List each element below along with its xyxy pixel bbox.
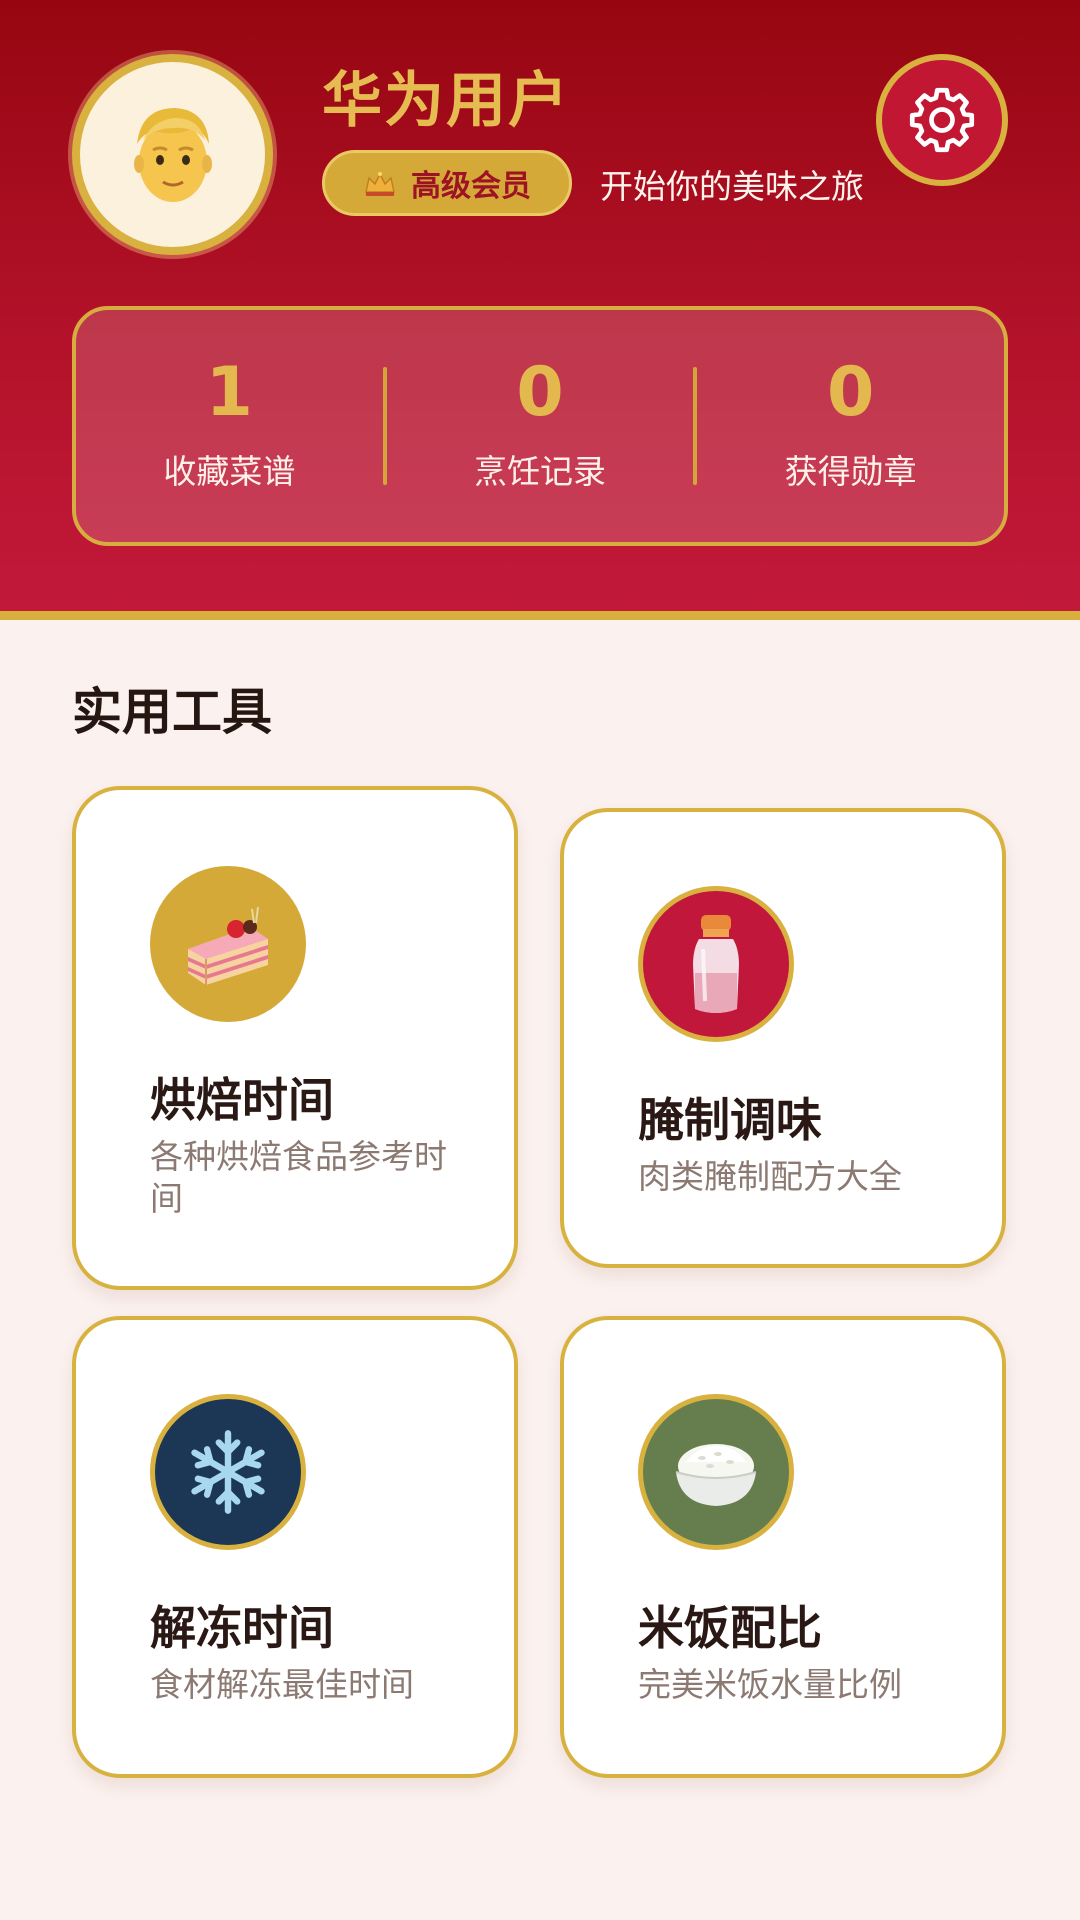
stats-panel: 1 收藏菜谱 0 烹饪记录 0 获得勋章 xyxy=(72,306,1008,546)
stat-label: 获得勋章 xyxy=(784,452,917,491)
stat-label: 烹饪记录 xyxy=(474,452,606,491)
tool-description: 各种烘焙食品参考时间 xyxy=(150,1137,447,1218)
membership-label: 高级会员 xyxy=(411,169,531,204)
section-title: 实用工具 xyxy=(72,683,272,741)
stat-value: 0 xyxy=(827,353,875,432)
person-avatar-icon xyxy=(133,107,212,202)
tagline: 开始你的美味之旅 xyxy=(600,167,864,206)
gear-icon xyxy=(909,87,975,153)
stat-value: 1 xyxy=(205,353,253,432)
tool-title: 烘焙时间 xyxy=(150,1073,334,1127)
tool-title: 米饭配比 xyxy=(638,1601,822,1655)
membership-badge: 高级会员 xyxy=(322,150,572,216)
tool-card-thawing-time[interactable]: 解冻时间 食材解冻最佳时间 xyxy=(72,1316,518,1778)
tool-card-marinating[interactable]: 腌制调味 肉类腌制配方大全 xyxy=(560,808,1006,1268)
snowflake-icon xyxy=(191,1430,265,1514)
icon-circle xyxy=(150,866,306,1022)
tool-description: 肉类腌制配方大全 xyxy=(638,1157,902,1196)
icon-circle xyxy=(150,1394,306,1550)
stat-cooking-records[interactable]: 0 烹饪记录 xyxy=(387,359,694,493)
rice-bowl-icon xyxy=(675,1444,757,1506)
profile-header: 华为用户 高级会员 开始你的美味之旅 1 收藏菜谱 0 烹饪记录 0 获得勋章 xyxy=(0,0,1080,620)
stat-label: 收藏菜谱 xyxy=(163,452,296,491)
username: 华为用户 xyxy=(322,66,570,136)
tool-description: 完美米饭水量比例 xyxy=(638,1665,902,1704)
crown-icon xyxy=(365,172,395,196)
salt-shaker-icon xyxy=(693,915,739,1013)
tool-title: 解冻时间 xyxy=(150,1601,334,1655)
icon-circle xyxy=(638,886,794,1042)
avatar[interactable] xyxy=(72,54,273,255)
icon-circle xyxy=(638,1394,794,1550)
settings-button[interactable] xyxy=(876,54,1008,186)
stat-value: 0 xyxy=(516,353,564,432)
tool-title: 腌制调味 xyxy=(638,1093,822,1147)
tool-card-baking-time[interactable]: 烘焙时间 各种烘焙食品参考时间 xyxy=(72,786,518,1290)
stat-favorites[interactable]: 1 收藏菜谱 xyxy=(76,359,383,493)
tool-card-rice-ratio[interactable]: 米饭配比 完美米饭水量比例 xyxy=(560,1316,1006,1778)
stat-badges[interactable]: 0 获得勋章 xyxy=(697,359,1004,493)
cake-icon xyxy=(188,906,268,985)
tool-description: 食材解冻最佳时间 xyxy=(150,1665,414,1704)
